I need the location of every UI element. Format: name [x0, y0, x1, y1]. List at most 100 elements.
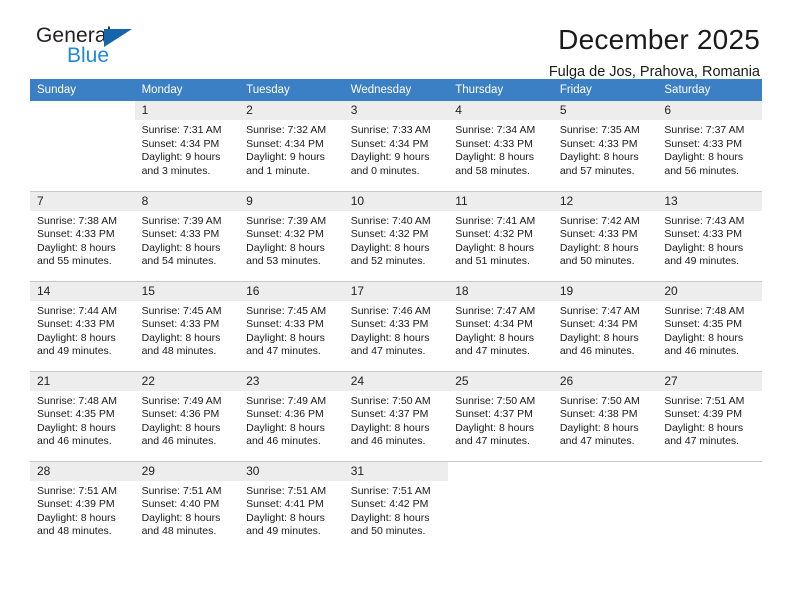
daylight-text-line2: and 46 minutes.: [141, 435, 217, 448]
day-cell-28[interactable]: 28 Sunrise: 7:51 AM Sunset: 4:39 PM Dayl…: [30, 460, 135, 551]
general-blue-logo[interactable]: General Blue: [36, 24, 166, 76]
day-info: Sunrise: 7:34 AM Sunset: 4:33 PM Dayligh…: [448, 120, 553, 178]
calendar-page: General Blue December 2025 Fulga de Jos,…: [0, 0, 792, 612]
day-cell-empty: [30, 101, 135, 191]
sunset-text: Sunset: 4:32 PM: [350, 228, 429, 241]
day-info: Sunrise: 7:38 AM Sunset: 4:33 PM Dayligh…: [30, 211, 135, 269]
day-cell-29[interactable]: 29 Sunrise: 7:51 AM Sunset: 4:40 PM Dayl…: [134, 460, 240, 551]
daylight-text-line2: and 1 minute.: [246, 164, 310, 177]
sunset-text: Sunset: 4:33 PM: [37, 318, 115, 331]
daylight-text-line1: Daylight: 8 hours: [141, 241, 221, 254]
day-cell-1[interactable]: 1 Sunrise: 7:31 AM Sunset: 4:34 PM Dayli…: [134, 101, 240, 191]
daylight-text-line1: Daylight: 8 hours: [246, 421, 325, 434]
sunset-text: Sunset: 4:33 PM: [37, 228, 115, 241]
day-number: [657, 462, 762, 481]
day-cell-26[interactable]: 26 Sunrise: 7:50 AM Sunset: 4:38 PM Dayl…: [552, 370, 658, 461]
day-cell-19[interactable]: 19 Sunrise: 7:47 AM Sunset: 4:34 PM Dayl…: [552, 280, 658, 371]
day-number: 19: [552, 281, 658, 301]
daylight-text-line1: Daylight: 9 hours: [141, 151, 221, 164]
daylight-text-line1: Daylight: 8 hours: [141, 511, 221, 524]
sunrise-text: Sunrise: 7:38 AM: [37, 214, 117, 227]
sunset-text: Sunset: 4:37 PM: [455, 408, 533, 421]
sunset-text: Sunset: 4:35 PM: [37, 408, 115, 421]
day-number: 25: [448, 371, 553, 391]
sunset-text: Sunset: 4:39 PM: [664, 408, 743, 421]
calendar-header-row: Sunday Monday Tuesday Wednesday Thursday…: [30, 79, 762, 101]
day-cell-3[interactable]: 3 Sunrise: 7:33 AM Sunset: 4:34 PM Dayli…: [343, 101, 449, 191]
day-info: Sunrise: 7:45 AM Sunset: 4:33 PM Dayligh…: [239, 301, 344, 359]
day-number: 7: [30, 191, 135, 211]
day-cell-15[interactable]: 15 Sunrise: 7:45 AM Sunset: 4:33 PM Dayl…: [134, 280, 240, 371]
sunrise-text: Sunrise: 7:34 AM: [455, 124, 536, 136]
sunset-text: Sunset: 4:34 PM: [246, 137, 324, 150]
day-cell-31[interactable]: 31 Sunrise: 7:51 AM Sunset: 4:42 PM Dayl…: [343, 460, 449, 551]
daylight-text-line2: and 56 minutes.: [664, 164, 740, 177]
page-subtitle: Fulga de Jos, Prahova, Romania: [548, 64, 760, 80]
daylight-text-line1: Daylight: 8 hours: [141, 331, 221, 344]
daylight-text-line1: Daylight: 8 hours: [664, 331, 744, 344]
day-cell-13[interactable]: 13 Sunrise: 7:43 AM Sunset: 4:33 PM Dayl…: [657, 190, 762, 281]
weekday-header-thursday: Thursday: [448, 79, 553, 101]
daylight-text-line1: Daylight: 8 hours: [455, 421, 535, 434]
day-cell-8[interactable]: 8 Sunrise: 7:39 AM Sunset: 4:33 PM Dayli…: [134, 190, 240, 281]
daylight-text-line2: and 47 minutes.: [455, 345, 530, 358]
day-cell-30[interactable]: 30 Sunrise: 7:51 AM Sunset: 4:41 PM Dayl…: [239, 460, 344, 551]
day-cell-20[interactable]: 20 Sunrise: 7:48 AM Sunset: 4:35 PM Dayl…: [657, 280, 762, 371]
day-cell-17[interactable]: 17 Sunrise: 7:46 AM Sunset: 4:33 PM Dayl…: [343, 280, 449, 371]
day-info: Sunrise: 7:35 AM Sunset: 4:33 PM Dayligh…: [553, 120, 658, 178]
day-number: [30, 101, 135, 120]
sunset-text: Sunset: 4:33 PM: [559, 137, 638, 150]
sunset-text: Sunset: 4:33 PM: [664, 228, 743, 241]
day-info: Sunrise: 7:42 AM Sunset: 4:33 PM Dayligh…: [553, 211, 658, 269]
daylight-text-line1: Daylight: 8 hours: [350, 331, 430, 344]
daylight-text-line2: and 54 minutes.: [141, 255, 217, 268]
daylight-text-line1: Daylight: 9 hours: [350, 151, 430, 164]
day-info: Sunrise: 7:39 AM Sunset: 4:33 PM Dayligh…: [135, 211, 240, 269]
day-cell-24[interactable]: 24 Sunrise: 7:50 AM Sunset: 4:37 PM Dayl…: [343, 370, 449, 461]
sunrise-text: Sunrise: 7:44 AM: [37, 304, 117, 317]
day-number: 18: [448, 281, 553, 301]
day-cell-12[interactable]: 12 Sunrise: 7:42 AM Sunset: 4:33 PM Dayl…: [552, 190, 658, 281]
sunset-text: Sunset: 4:32 PM: [455, 228, 533, 241]
sunrise-text: Sunrise: 7:48 AM: [664, 304, 745, 317]
daylight-text-line2: and 57 minutes.: [559, 164, 635, 177]
day-number: 11: [448, 191, 553, 211]
daylight-text-line2: and 48 minutes.: [37, 525, 112, 538]
day-cell-22[interactable]: 22 Sunrise: 7:49 AM Sunset: 4:36 PM Dayl…: [134, 370, 240, 461]
day-info: Sunrise: 7:37 AM Sunset: 4:33 PM Dayligh…: [657, 120, 762, 178]
day-info: Sunrise: 7:50 AM Sunset: 4:37 PM Dayligh…: [344, 391, 449, 449]
sunrise-text: Sunrise: 7:51 AM: [664, 394, 745, 407]
day-info: Sunrise: 7:31 AM Sunset: 4:34 PM Dayligh…: [135, 120, 240, 178]
day-cell-11[interactable]: 11 Sunrise: 7:41 AM Sunset: 4:32 PM Dayl…: [448, 190, 553, 281]
day-cell-2[interactable]: 2 Sunrise: 7:32 AM Sunset: 4:34 PM Dayli…: [239, 101, 344, 191]
weekday-header-friday: Friday: [552, 79, 658, 101]
sunrise-text: Sunrise: 7:39 AM: [141, 214, 222, 227]
day-cell-18[interactable]: 18 Sunrise: 7:47 AM Sunset: 4:34 PM Dayl…: [448, 280, 553, 371]
day-cell-4[interactable]: 4 Sunrise: 7:34 AM Sunset: 4:33 PM Dayli…: [448, 101, 553, 191]
daylight-text-line1: Daylight: 9 hours: [246, 151, 325, 164]
daylight-text-line1: Daylight: 8 hours: [37, 331, 116, 344]
daylight-text-line2: and 49 minutes.: [664, 255, 740, 268]
day-cell-6[interactable]: 6 Sunrise: 7:37 AM Sunset: 4:33 PM Dayli…: [657, 101, 762, 191]
sunrise-text: Sunrise: 7:49 AM: [246, 394, 327, 407]
daylight-text-line1: Daylight: 8 hours: [37, 241, 116, 254]
day-cell-23[interactable]: 23 Sunrise: 7:49 AM Sunset: 4:36 PM Dayl…: [239, 370, 344, 461]
day-cell-25[interactable]: 25 Sunrise: 7:50 AM Sunset: 4:37 PM Dayl…: [448, 370, 553, 461]
day-cell-9[interactable]: 9 Sunrise: 7:39 AM Sunset: 4:32 PM Dayli…: [239, 190, 344, 281]
daylight-text-line2: and 46 minutes.: [559, 345, 635, 358]
day-cell-14[interactable]: 14 Sunrise: 7:44 AM Sunset: 4:33 PM Dayl…: [30, 280, 135, 371]
daylight-text-line2: and 46 minutes.: [246, 435, 321, 448]
day-cell-27[interactable]: 27 Sunrise: 7:51 AM Sunset: 4:39 PM Dayl…: [657, 370, 762, 461]
day-cell-16[interactable]: 16 Sunrise: 7:45 AM Sunset: 4:33 PM Dayl…: [239, 280, 344, 371]
day-cell-7[interactable]: 7 Sunrise: 7:38 AM Sunset: 4:33 PM Dayli…: [30, 190, 135, 281]
daylight-text-line1: Daylight: 8 hours: [37, 421, 116, 434]
day-cell-10[interactable]: 10 Sunrise: 7:40 AM Sunset: 4:32 PM Dayl…: [343, 190, 449, 281]
day-cell-21[interactable]: 21 Sunrise: 7:48 AM Sunset: 4:35 PM Dayl…: [30, 370, 135, 461]
daylight-text-line2: and 48 minutes.: [141, 345, 217, 358]
sunrise-text: Sunrise: 7:40 AM: [350, 214, 431, 227]
daylight-text-line2: and 55 minutes.: [37, 255, 112, 268]
day-cell-5[interactable]: 5 Sunrise: 7:35 AM Sunset: 4:33 PM Dayli…: [552, 101, 658, 191]
daylight-text-line2: and 46 minutes.: [664, 345, 740, 358]
day-info: Sunrise: 7:46 AM Sunset: 4:33 PM Dayligh…: [344, 301, 449, 359]
sunset-text: Sunset: 4:39 PM: [37, 498, 115, 511]
